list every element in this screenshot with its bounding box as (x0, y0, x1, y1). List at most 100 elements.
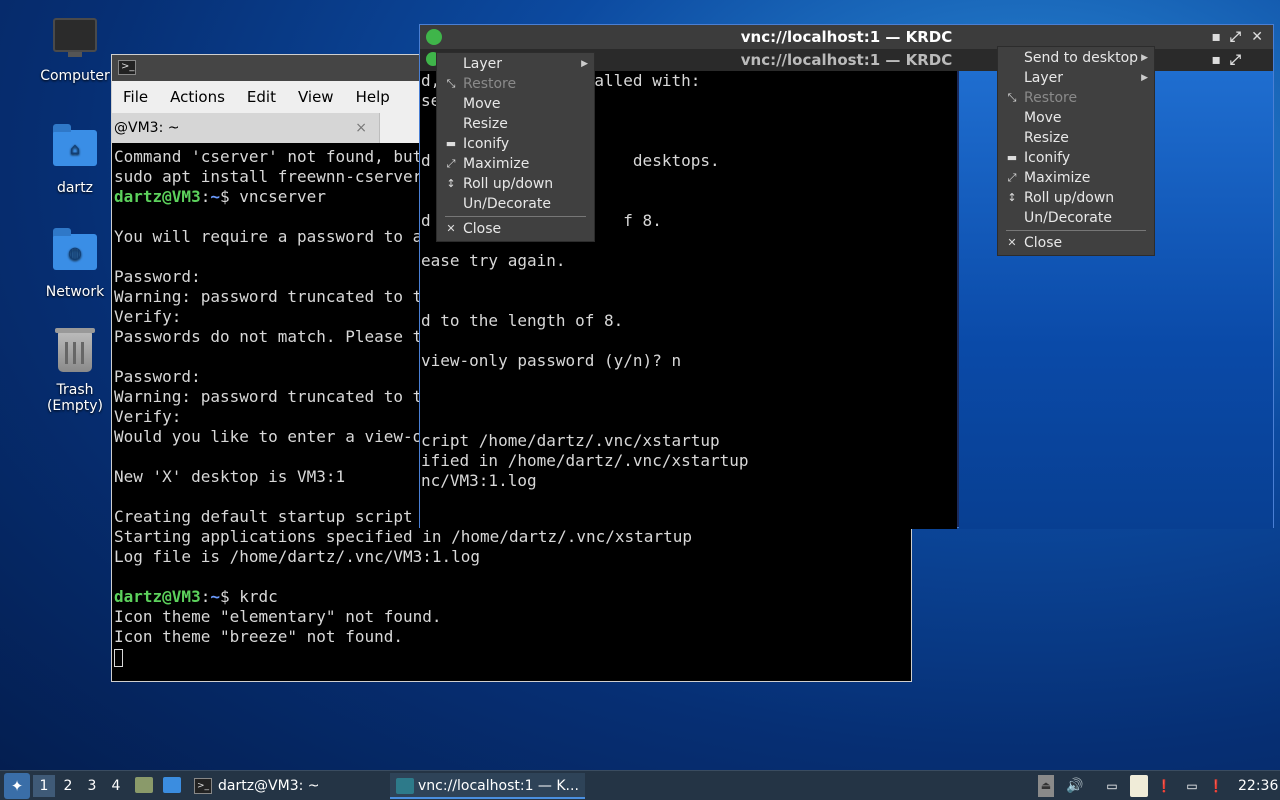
remote-terminal-line (421, 411, 957, 431)
menu-item-label: Close (1024, 235, 1063, 251)
terminal-icon: >_ (194, 778, 212, 794)
menu-item-label: Close (463, 221, 502, 237)
workspace-1[interactable]: 1 (33, 775, 55, 797)
update-icon[interactable]: ❗ (1207, 775, 1225, 797)
remote-terminal-line (421, 331, 957, 351)
terminal-cursor (114, 648, 123, 667)
update-icon[interactable]: ❗ (1155, 775, 1173, 797)
menu-edit[interactable]: Edit (236, 88, 287, 106)
close-icon: ✕ (1007, 236, 1017, 249)
menu-item-layer[interactable]: Layer ▶ (437, 54, 594, 74)
close-icon[interactable]: × (355, 113, 367, 143)
volume-icon[interactable]: 🔊 (1066, 775, 1084, 797)
workspace-2[interactable]: 2 (57, 775, 79, 797)
taskbar: ✦ 1 2 3 4 >_ dartz@VM3: ~ vnc://localhos… (0, 770, 1280, 800)
desktop-icon-label: Computer (40, 68, 110, 84)
menu-item-iconify[interactable]: ▬ Iconify (437, 134, 594, 154)
menu-item-label: Resize (463, 116, 508, 132)
menu-item-maximize[interactable]: ⤢ Maximize (437, 154, 594, 174)
menu-actions[interactable]: Actions (159, 88, 236, 106)
menu-item-roll-up-down[interactable]: ↕ Roll up/down (998, 188, 1154, 208)
menu-item-label: Move (1024, 110, 1062, 126)
remote-window-title: vnc://localhost:1 — KRDC (740, 51, 953, 69)
menu-item-label: Layer (1024, 70, 1064, 86)
menu-item-move[interactable]: Move (437, 94, 594, 114)
network-folder-icon: ◍ (53, 228, 97, 278)
desktop-icon-trash[interactable]: Trash (Empty) (27, 328, 123, 414)
menu-item-move[interactable]: Move (998, 108, 1154, 128)
file-manager-icon[interactable] (135, 777, 153, 793)
menu-item-close[interactable]: ✕ Close (437, 219, 594, 239)
menu-view[interactable]: View (287, 88, 345, 106)
taskbar-task-krdc[interactable]: vnc://localhost:1 — K... (390, 773, 585, 799)
clock[interactable]: 22:36 (1238, 775, 1278, 797)
menu-item-un-decorate[interactable]: Un/Decorate (998, 208, 1154, 228)
desktop-icon-network[interactable]: ◍ Network (27, 228, 123, 300)
desktop-icon-home[interactable]: ⌂ dartz (27, 124, 123, 196)
menu-help[interactable]: Help (345, 88, 401, 106)
maximize-icon: ⤢ (1007, 171, 1017, 184)
prompt-command: $ vncserver (219, 187, 326, 206)
remote-terminal-line (421, 391, 957, 411)
remote-terminal-line: cript /home/dartz/.vnc/xstartup (421, 431, 720, 450)
remote-terminal-line: view-only password (y/n)? n (421, 351, 682, 370)
taskbar-task-terminal[interactable]: >_ dartz@VM3: ~ (190, 773, 380, 799)
remote-terminal-line (421, 491, 957, 511)
terminal-line: Icon theme "breeze" not found. (114, 627, 403, 646)
iconify-icon: ▬ (445, 137, 457, 150)
krdc-app-icon[interactable] (426, 29, 442, 45)
menu-item-label: Un/Decorate (463, 196, 551, 212)
menu-item-label: Iconify (1024, 150, 1071, 166)
workspace-3[interactable]: 3 (81, 775, 103, 797)
minimize-icon[interactable]: ▪ (1212, 25, 1222, 49)
menu-item-label: Maximize (1024, 170, 1091, 186)
close-icon[interactable]: ✕ (1251, 25, 1263, 49)
menu-item-close[interactable]: ✕ Close (998, 233, 1154, 253)
remote-terminal-line (421, 291, 957, 311)
menu-item-resize[interactable]: Resize (998, 128, 1154, 148)
terminal-line: Starting applications specified in /home… (114, 527, 692, 546)
krdc-icon (396, 778, 414, 794)
menu-item-label: Send to desktop (1024, 50, 1139, 66)
show-desktop-icon[interactable] (163, 777, 181, 793)
maximize-icon[interactable]: ⤢ (1230, 25, 1241, 49)
menu-item-maximize[interactable]: ⤢ Maximize (998, 168, 1154, 188)
desktop-icon-label: Network (45, 284, 105, 300)
clipboard-icon[interactable] (1130, 775, 1148, 797)
menu-item-layer[interactable]: Layer ▶ (998, 68, 1154, 88)
minimize-icon[interactable]: ▪ (1212, 49, 1222, 71)
menu-item-iconify[interactable]: ▬ Iconify (998, 148, 1154, 168)
network-icon[interactable]: ▭ (1182, 775, 1202, 797)
monitor-icon (53, 18, 97, 62)
remote-terminal-line (421, 271, 957, 291)
window-context-menu: Layer ▶ ⤡ Restore Move Resize ▬ Iconify ⤢ Maximiz… (436, 52, 595, 242)
desktop-icon-label: dartz (56, 180, 94, 196)
iconify-icon: ▬ (1006, 151, 1018, 164)
menu-item-label: Layer (463, 56, 503, 72)
menu-item-restore: ⤡ Restore (437, 74, 594, 94)
menu-item-roll-up-down[interactable]: ↕ Roll up/down (437, 174, 594, 194)
menu-item-un-decorate[interactable]: Un/Decorate (437, 194, 594, 214)
workspace-4[interactable]: 4 (105, 775, 127, 797)
terminal-tab[interactable]: @VM3: ~ × (112, 113, 380, 143)
start-menu-button[interactable]: ✦ (4, 773, 30, 799)
rollup-icon: ↕ (1007, 191, 1017, 204)
close-icon: ✕ (446, 222, 456, 235)
desktop-icon-computer[interactable]: Computer (27, 18, 123, 84)
eject-icon[interactable]: ⏏ (1038, 775, 1054, 797)
menu-file[interactable]: File (112, 88, 159, 106)
remote-terminal-line: ease try again. (421, 251, 566, 270)
restore-icon: ⤡ (1007, 91, 1017, 104)
submenu-arrow-icon: ▶ (1141, 73, 1148, 83)
maximize-icon[interactable]: ⤢ (1230, 49, 1241, 71)
home-folder-icon: ⌂ (53, 124, 97, 174)
terminal-line: dartz@VM3:~$ krdc (114, 587, 278, 606)
network-icon[interactable]: ▭ (1102, 775, 1122, 797)
menu-item-resize[interactable]: Resize (437, 114, 594, 134)
maximize-icon: ⤢ (446, 157, 456, 170)
terminal-app-icon: >_ (118, 60, 136, 75)
taskbar-task-label: dartz@VM3: ~ (218, 778, 320, 794)
menu-item-send-to-desktop[interactable]: Send to desktop ▶ (998, 48, 1154, 68)
menu-item-label: Restore (463, 76, 517, 92)
